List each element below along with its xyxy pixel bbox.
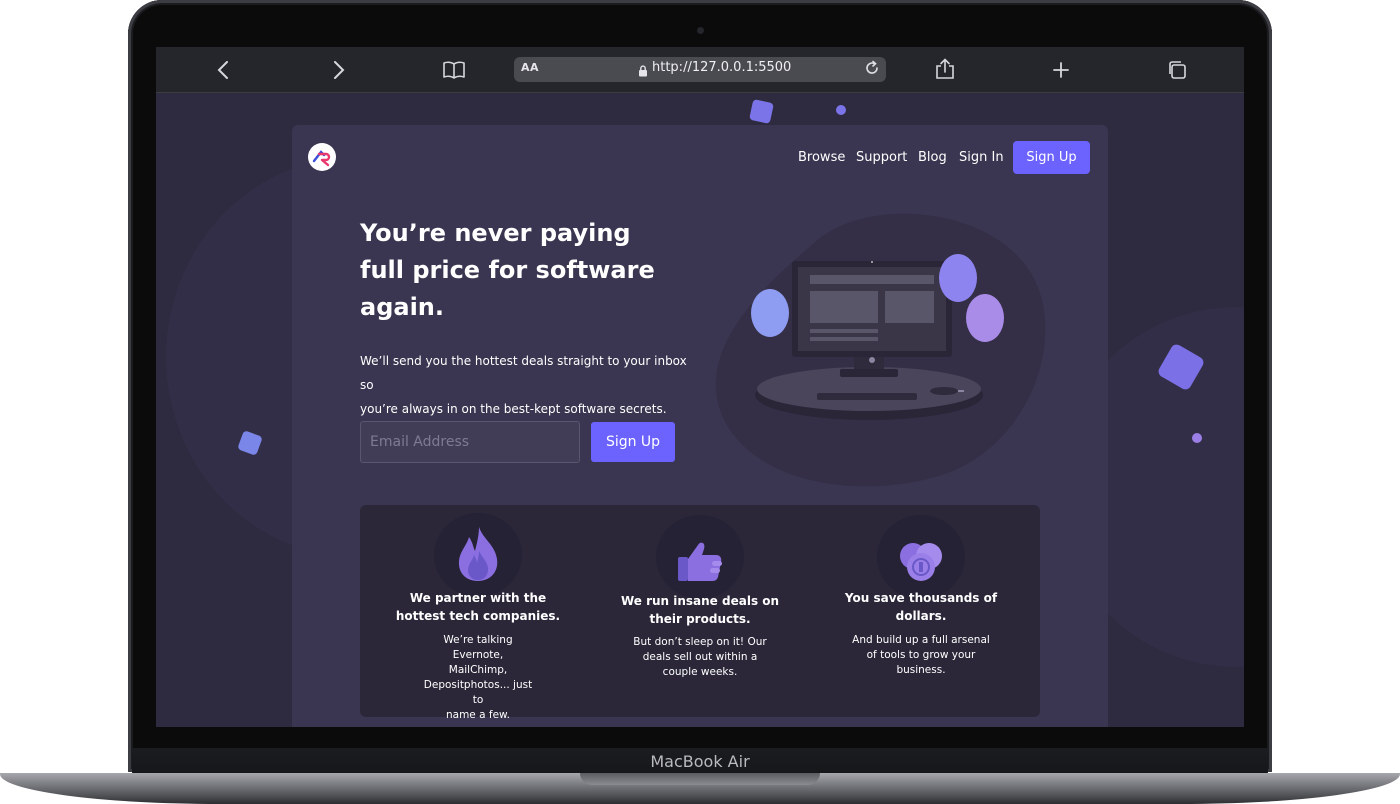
address-bar[interactable]: AA http://127.0.0.1:5500 [514,57,886,82]
camera [697,27,704,34]
feature-desc-line: couple weeks. [662,666,738,678]
headline-line: again. [360,293,444,321]
computer-illustration [715,213,1046,487]
feature-title: We run insane deals on their products. [610,592,790,628]
feature-desc-line: We’re talking Evernote, [443,634,513,661]
feature-title: You save thousands of dollars. [831,589,1011,625]
headline-line: You’re never paying [360,219,631,247]
reload-icon[interactable] [864,60,880,80]
nav-blog-link[interactable]: Blog [918,150,947,165]
lock-icon [638,62,648,81]
subtext-line: We’ll send you the hottest deals straigh… [360,354,687,392]
nav-browse-link[interactable]: Browse [798,150,845,165]
feature-title-line: hottest tech companies. [395,609,561,623]
hero-subtext: We’ll send you the hottest deals straigh… [360,349,700,421]
hero-headline: You’re never paying full price for softw… [360,215,660,326]
feature-desc-line: deals sell out within a [642,651,758,663]
url-text[interactable]: http://127.0.0.1:5500 [652,60,791,75]
back-icon[interactable] [210,57,236,83]
feature-title-line: We run insane deals on [620,594,780,608]
features-panel: We partner with the hottest tech compani… [360,505,1040,721]
feature-title-line: dollars. [895,609,947,623]
feature-description: But don’t sleep on it! Our deals sell ou… [630,635,770,680]
feature-desc-line: business. [896,664,946,676]
nav-signup-button[interactable]: Sign Up [1013,141,1090,174]
flame-icon [458,527,498,581]
new-tab-icon[interactable] [1048,57,1074,83]
feature-title-line: We partner with the [409,591,547,605]
feature-description: And build up a full arsenal of tools to … [846,633,996,678]
decor-dot [836,105,846,115]
text-size-button[interactable]: AA [521,61,539,74]
feature-description: We’re talking Evernote, MailChimp, Depos… [418,633,538,723]
nav-signin-link[interactable]: Sign In [959,150,1004,165]
share-icon[interactable] [932,56,958,82]
feature-desc-line: MailChimp, [448,664,508,676]
brand-logo[interactable] [308,143,336,171]
forward-icon[interactable] [326,57,352,83]
landing-card: Browse Support Blog Sign In Sign Up You’… [292,125,1108,727]
decor-square [749,99,774,124]
bookmarks-icon[interactable] [441,57,467,83]
hero-signup-button[interactable]: Sign Up [591,422,675,462]
feature-desc-line: But don’t sleep on it! Our [633,636,767,648]
coins-icon [900,543,942,581]
feature-desc-line: Depositphotos... just to [423,679,533,706]
thumbs-up-icon [678,542,722,581]
laptop-screen: AA http://127.0.0.1:5500 Browse Support … [156,47,1244,727]
email-input[interactable] [360,421,580,463]
subtext-line: you’re always in on the best-kept softwa… [360,402,667,416]
feature-title-line: their products. [649,612,751,626]
tabs-icon[interactable] [1164,57,1190,83]
feature-title: We partner with the hottest tech compani… [388,589,568,625]
bottom-bezel [134,727,1266,749]
feature-desc-line: name a few. [445,709,510,721]
feature-title-line: You save thousands of [844,591,998,605]
laptop-notch [580,773,820,785]
headline-line: full price for software [360,256,655,284]
feature-desc-line: of tools to grow your [866,649,976,661]
device-label: MacBook Air [650,752,750,771]
nav-support-link[interactable]: Support [856,150,907,165]
feature-desc-line: And build up a full arsenal [852,634,990,646]
decor-dot [1192,433,1202,443]
browser-toolbar: AA http://127.0.0.1:5500 [156,47,1244,93]
